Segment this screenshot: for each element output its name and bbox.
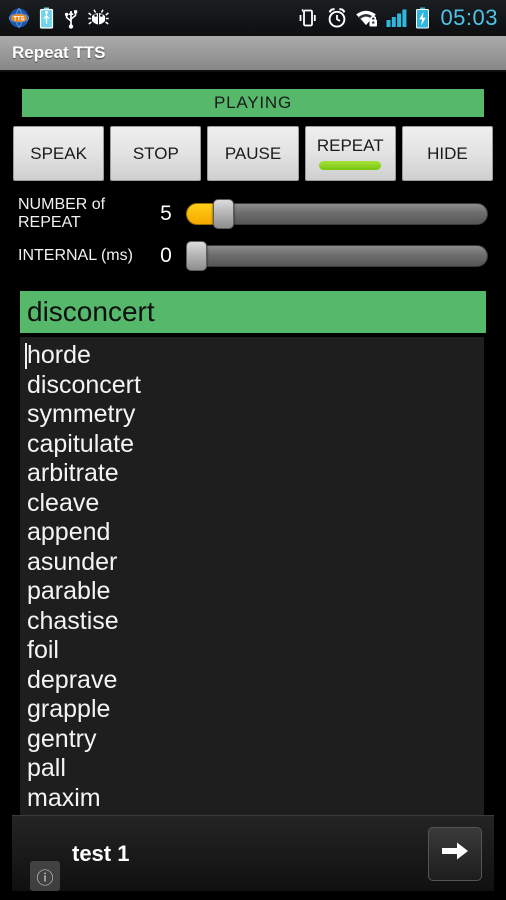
hide-button[interactable]: HIDE [401, 126, 494, 181]
list-item[interactable]: disconcert [20, 371, 484, 401]
internal-ms-label: INTERNAL (ms) [18, 247, 133, 265]
list-item[interactable]: grapple [20, 695, 484, 725]
list-item[interactable]: asunder [20, 548, 484, 578]
app-content: PLAYING SPEAK STOP PAUSE REPEAT HIDE NUM… [0, 74, 506, 900]
list-item[interactable]: cleave [20, 489, 484, 519]
list-item[interactable]: capitulate [20, 430, 484, 460]
battery-charging-icon [415, 7, 430, 29]
word-list[interactable]: horde disconcert symmetry capitulate arb… [20, 337, 484, 830]
svg-text:TTS: TTS [13, 17, 24, 23]
list-item[interactable]: maxim [20, 784, 484, 814]
number-of-repeat-label: NUMBER of REPEAT [18, 196, 106, 231]
ad-cta-button[interactable] [428, 826, 482, 881]
status-bar-clock: 05:03 [440, 5, 498, 30]
repeat-active-indicator [319, 161, 382, 170]
stop-button[interactable]: STOP [110, 126, 202, 181]
pause-button[interactable]: PAUSE [207, 126, 299, 181]
pause-button-label: PAUSE [224, 144, 282, 163]
number-of-repeat-row: NUMBER of REPEAT 5 [18, 193, 488, 235]
android-debug-bug-icon [88, 8, 109, 29]
arrow-right-icon [440, 839, 470, 868]
usb-icon [63, 7, 79, 29]
alarm-clock-icon [326, 7, 348, 29]
text-caret [25, 343, 27, 369]
number-of-repeat-value: 5 [160, 202, 172, 225]
internal-ms-track [186, 245, 488, 267]
internal-ms-value: 0 [160, 244, 172, 267]
battery-usb-icon [39, 7, 54, 29]
action-bar: Repeat TTS [0, 36, 506, 72]
tts-notification-icon: TTS [8, 7, 30, 29]
internal-ms-slider[interactable] [186, 241, 488, 271]
list-item[interactable]: deprave [20, 666, 484, 696]
list-item[interactable]: parable [20, 577, 484, 607]
number-of-repeat-slider[interactable] [186, 199, 488, 229]
speak-button[interactable]: SPEAK [13, 126, 105, 181]
internal-ms-thumb[interactable] [186, 241, 207, 271]
ad-banner-text: test 1 [72, 840, 130, 866]
slider-section: NUMBER of REPEAT 5 INTERNAL (ms) 0 [18, 193, 488, 277]
repeat-button[interactable]: REPEAT [304, 126, 396, 181]
wifi-secured-icon [355, 8, 379, 28]
internal-ms-row: INTERNAL (ms) 0 [18, 235, 488, 277]
info-icon-glyph: ⓘ [36, 868, 54, 888]
info-icon[interactable]: ⓘ [30, 861, 60, 891]
playback-status-label: PLAYING [213, 93, 293, 112]
vibrate-icon [297, 7, 319, 29]
current-word-field[interactable]: disconcert [20, 291, 486, 333]
control-button-row: SPEAK STOP PAUSE REPEAT HIDE [13, 126, 494, 181]
status-bar-left-icons: TTS [8, 7, 109, 29]
speak-button-label: SPEAK [30, 144, 87, 163]
hide-button-label: HIDE [427, 144, 468, 163]
signal-bars-icon [386, 8, 408, 28]
list-item[interactable]: gentry [20, 725, 484, 755]
list-item[interactable]: chastise [20, 607, 484, 637]
list-item[interactable]: pall [20, 754, 484, 784]
current-word-text: disconcert [27, 296, 155, 327]
repeat-button-label: REPEAT [316, 136, 384, 155]
stop-button-label: STOP [132, 144, 179, 163]
list-item[interactable]: foil [20, 636, 484, 666]
list-item[interactable]: symmetry [20, 400, 484, 430]
android-status-bar: TTS 05:03 [0, 0, 506, 36]
list-item[interactable]: arbitrate [20, 459, 484, 489]
app-title: Repeat TTS [12, 43, 106, 62]
list-item[interactable]: horde [20, 341, 484, 371]
list-item[interactable]: append [20, 518, 484, 548]
number-of-repeat-thumb[interactable] [213, 199, 235, 229]
ad-banner[interactable]: test 1 ⓘ [12, 815, 494, 891]
status-bar-right-icons: 05:03 [297, 5, 498, 31]
playback-status-banner: PLAYING [22, 89, 484, 117]
